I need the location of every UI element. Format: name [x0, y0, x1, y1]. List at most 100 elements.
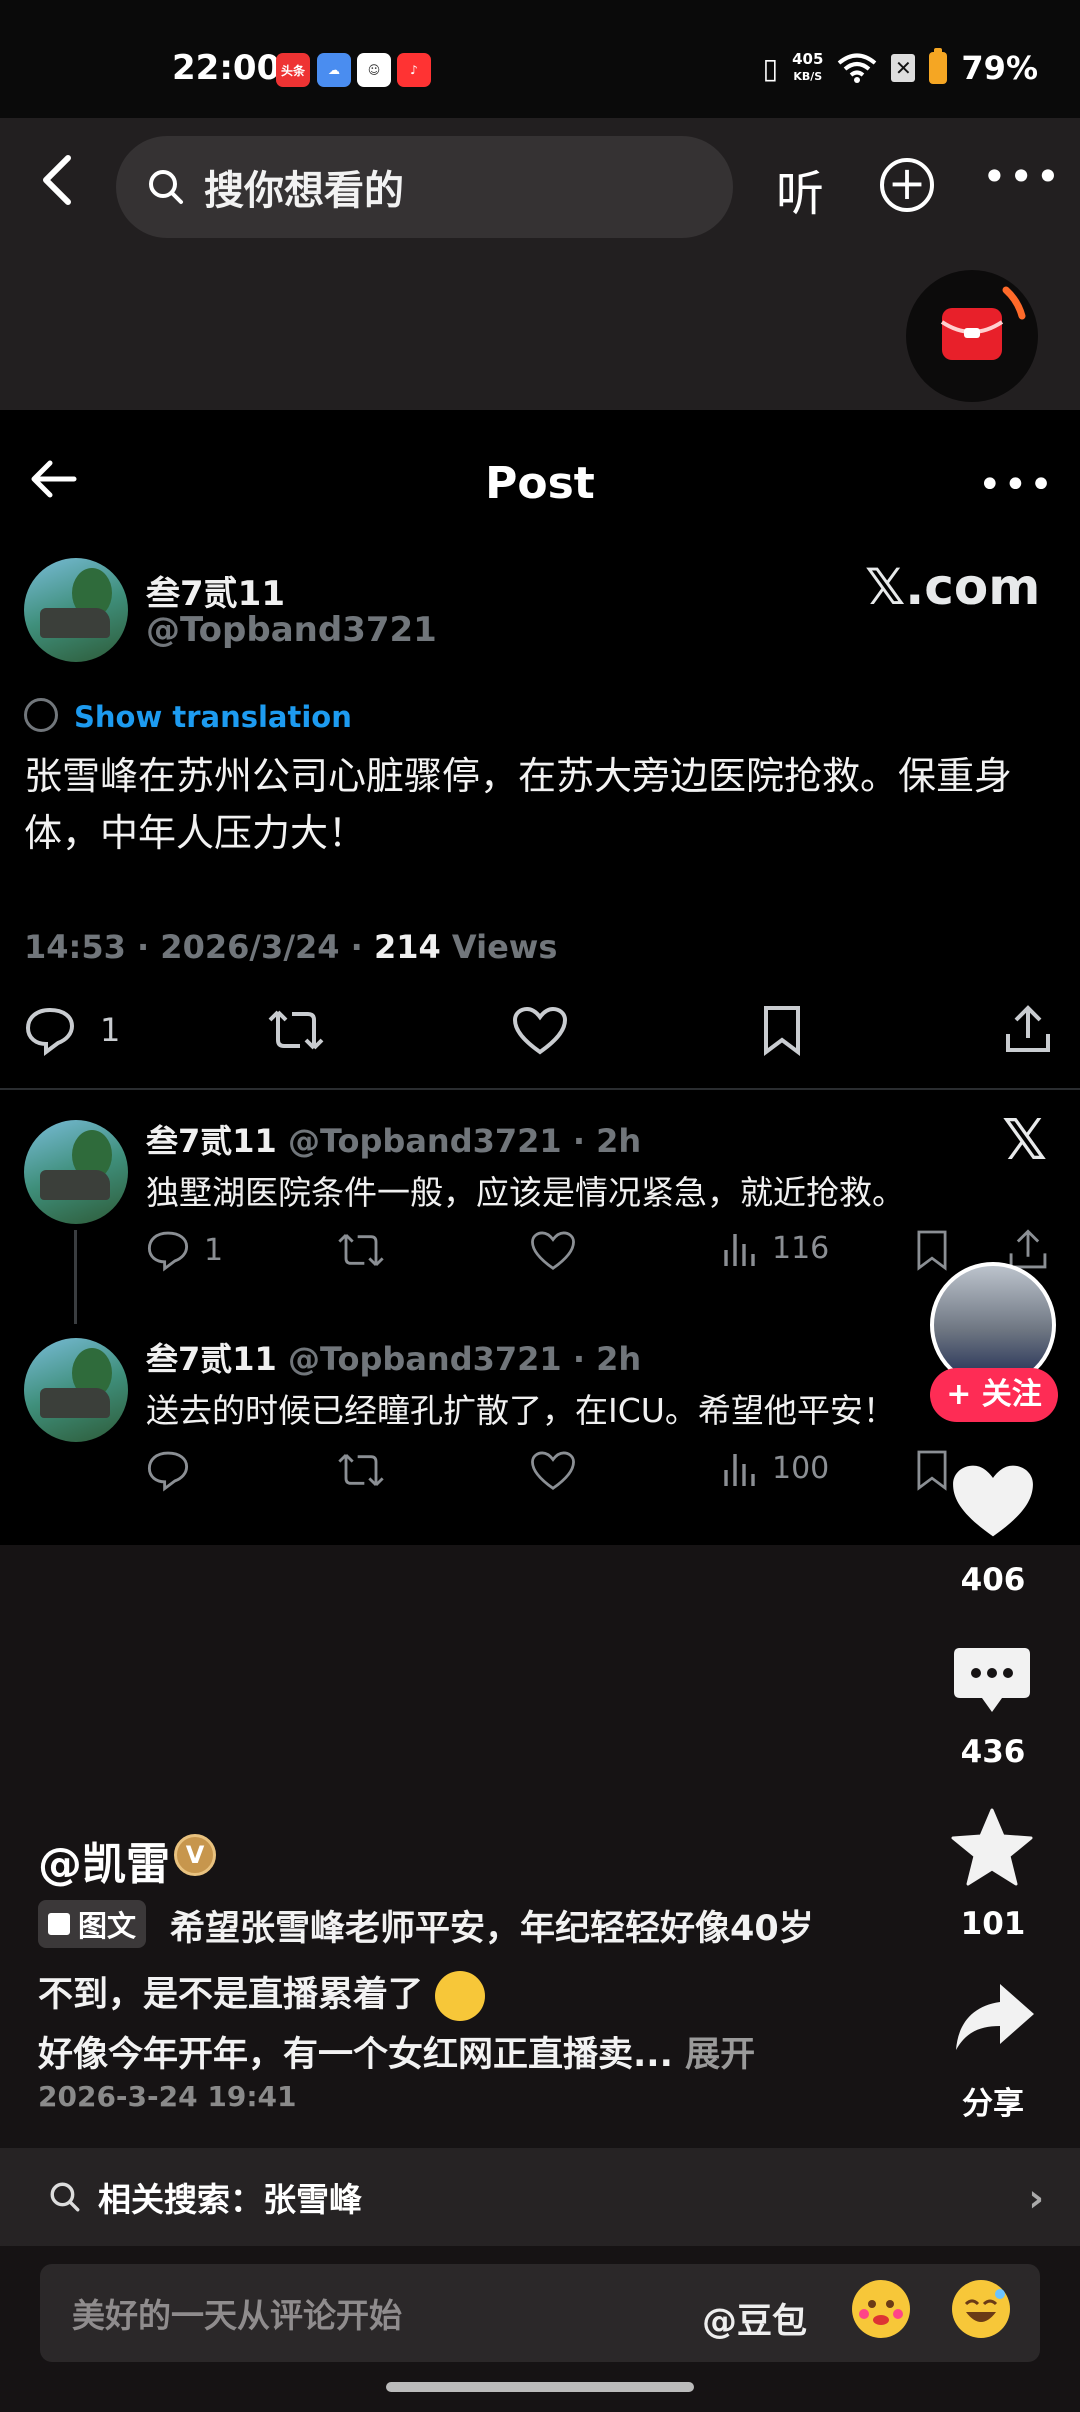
post-author-handle: @Topband3721 [146, 610, 437, 650]
reply-reply-action [146, 1448, 190, 1492]
related-search-bar[interactable]: 相关搜索：张雪峰 › [0, 2148, 1080, 2246]
reply-views: 100 [722, 1448, 829, 1488]
like-button[interactable] [950, 1462, 1036, 1544]
reply-icon [25, 1007, 75, 1056]
weather-app-icon: ☁ [317, 53, 351, 87]
star-icon [951, 1808, 1033, 1886]
search-icon [50, 2182, 80, 2212]
share-label: 分享 [962, 2086, 1024, 2122]
like-count: 406 [960, 1562, 1026, 1598]
heart-icon [953, 1465, 1033, 1537]
x-com-watermark: 𝕏.com [865, 558, 1041, 616]
reply-reply-action: 1 [146, 1228, 223, 1272]
reply-text: 独墅湖医院条件一般，应该是情况紧急，就近抢救。 [146, 1173, 905, 1212]
translate-icon [24, 698, 58, 732]
comment-icon [954, 1648, 1030, 1712]
post-repost-action [266, 1004, 326, 1056]
listen-button[interactable]: 听 [776, 154, 824, 224]
status-bar: 22:00 头条 ☁ ☺ ♪ ▯ 405 KB/S ✕ 79% [0, 0, 1080, 118]
comment-button[interactable] [952, 1644, 1032, 1724]
back-button[interactable] [36, 150, 86, 220]
favorite-button[interactable] [950, 1808, 1034, 1892]
reply-icon [147, 1451, 189, 1492]
author-avatar [24, 558, 128, 662]
avatar-app-icon: ☺ [357, 53, 391, 87]
verified-badge: V [174, 1834, 216, 1876]
post-meta: 14:53 · 2026/3/24 · 214 Views [24, 928, 558, 966]
reply-views: 116 [722, 1228, 829, 1268]
emoji-icon [435, 1971, 486, 2021]
post-header-title: Post [485, 458, 595, 509]
status-right: ▯ 405 KB/S ✕ 79% [763, 46, 1038, 90]
at-doubao-button[interactable]: @豆包 [702, 2293, 807, 2344]
reply-avatar [24, 1338, 128, 1442]
caption-line-3[interactable]: 好像今年开年，有一个女红网正直播卖... 展开 [38, 2026, 755, 2077]
wifi-icon [838, 53, 877, 83]
reply-text: 送去的时候已经瞳孔扩散了，在ICU。希望他平安！ [146, 1391, 896, 1430]
post-reply-action: 1 [24, 1004, 120, 1056]
like-icon [531, 1451, 575, 1490]
post-more-icon: ••• [978, 462, 1055, 508]
add-circle-icon[interactable]: + [880, 158, 934, 212]
expand-link[interactable]: 展开 [685, 2035, 755, 2075]
share-button[interactable] [952, 1980, 1036, 2062]
post-body-text: 张雪峰在苏州公司心脏骤停，在苏大旁边医院抢救。保重身体，中年人压力大！ [24, 754, 1013, 855]
home-indicator [386, 2382, 694, 2392]
reply-avatar [24, 1120, 128, 1224]
repost-icon [268, 1010, 324, 1050]
reply-bookmark-action [914, 1228, 950, 1272]
post-bookmark-action [760, 1004, 804, 1056]
more-icon[interactable]: ••• [982, 152, 1062, 201]
thread-line [74, 1230, 77, 1324]
reply-header: 叁7贰11 @Topband3721 · 2h [146, 1122, 642, 1160]
reply-repost-action [336, 1228, 386, 1272]
follow-button[interactable]: + 关注 [930, 1368, 1058, 1422]
reply-like-action [530, 1450, 576, 1492]
reply-like-action [530, 1230, 576, 1272]
back-icon [43, 155, 71, 205]
favorite-count: 101 [960, 1906, 1026, 1942]
post-share-action [1002, 1004, 1054, 1056]
repost-icon [338, 1233, 384, 1267]
share-arrow-icon [956, 1984, 1034, 2050]
related-search-label: 相关搜索：张雪峰 [98, 2180, 362, 2219]
caption-date: 2026-3-24 19:41 [38, 2080, 297, 2113]
reply-repost-action [336, 1448, 386, 1492]
chevron-right-icon: › [1028, 2176, 1044, 2220]
battery-icon [929, 48, 948, 84]
author-name[interactable]: @凯雷 [38, 1828, 170, 1892]
like-icon [512, 1006, 568, 1055]
emoji-icon[interactable] [952, 2280, 1010, 2338]
reply-bookmark-action [914, 1448, 950, 1492]
views-icon [724, 1454, 755, 1486]
like-icon [531, 1231, 575, 1270]
search-icon [149, 170, 183, 204]
image-text-tag: 图文 [38, 1900, 147, 1948]
post-author-name: 叁7贰11 [146, 574, 285, 614]
battery-level: 79% [961, 49, 1038, 87]
post-like-action [512, 1006, 568, 1056]
comment-count: 436 [960, 1734, 1026, 1770]
network-speed: 405 KB/S [792, 50, 824, 83]
caption-line-2: 不到，是不是直播累着了 [38, 1966, 486, 2021]
repost-icon [338, 1453, 384, 1487]
red-packet-icon[interactable] [906, 270, 1038, 402]
sim-icon: ✕ [891, 54, 916, 82]
views-icon [724, 1234, 755, 1266]
vibrate-icon: ▯ [762, 51, 779, 85]
toutiao-app-icon: 头条 [276, 53, 310, 87]
emoji-icon[interactable] [852, 2280, 910, 2338]
music-app-icon: ♪ [397, 53, 431, 87]
share-icon [1006, 1005, 1050, 1052]
show-translation-link: Show translation [74, 700, 352, 734]
search-bar[interactable]: 搜你想看的 [116, 136, 733, 238]
image-text-icon [48, 1913, 70, 1935]
bookmark-icon [764, 1006, 800, 1056]
bookmark-icon [917, 1450, 947, 1491]
search-placeholder: 搜你想看的 [204, 168, 404, 214]
reply-icon [147, 1231, 189, 1272]
reply-header: 叁7贰11 @Topband3721 · 2h [146, 1340, 642, 1378]
comment-placeholder: 美好的一天从评论开始 [72, 2296, 402, 2335]
caption-line-1: 希望张雪峰老师平安，年纪轻轻好像40岁 [170, 1909, 814, 1949]
x-logo: 𝕏 [1002, 1108, 1048, 1173]
